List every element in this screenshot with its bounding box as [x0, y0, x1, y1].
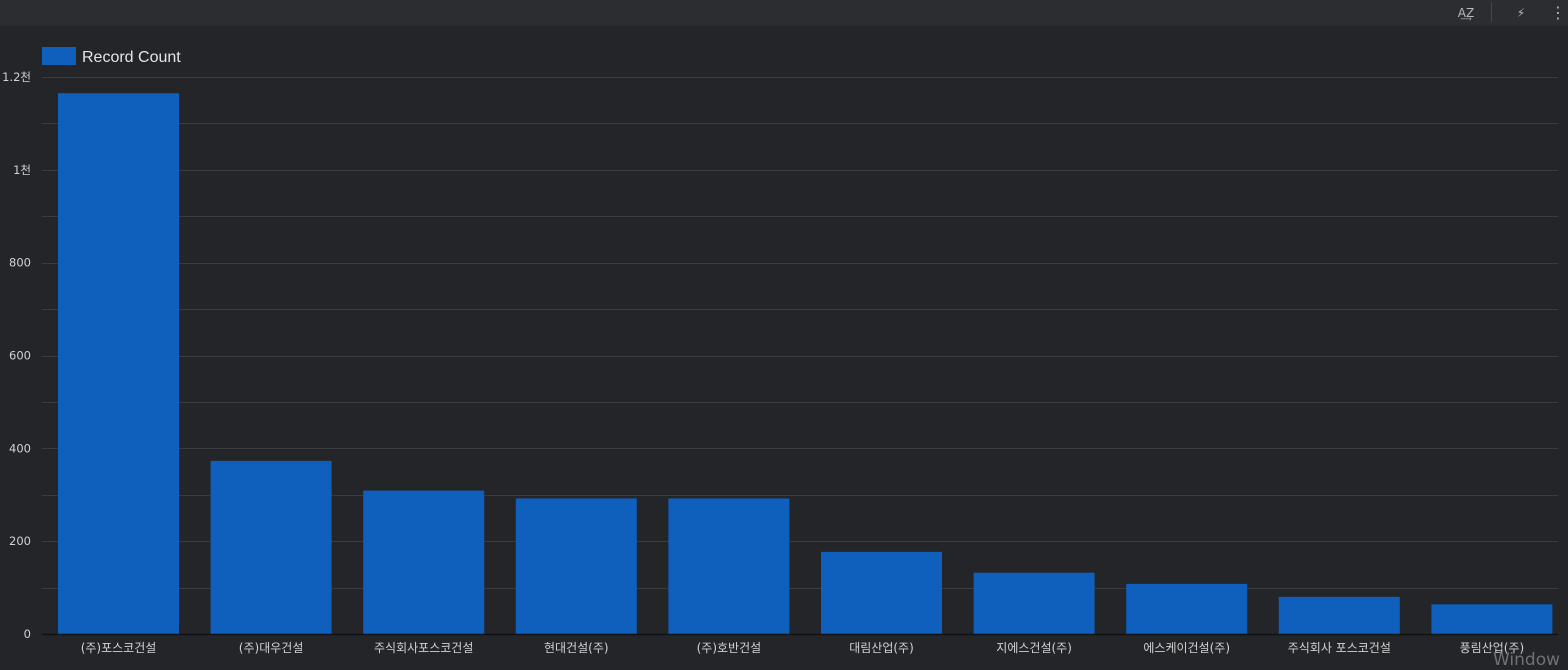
x-tick-label: 주식회사포스코건설: [374, 641, 473, 655]
y-tick-label: 400: [9, 441, 31, 455]
y-tick-label: 1천: [13, 163, 31, 177]
legend-label: Record Count: [82, 49, 181, 66]
y-tick-label: 200: [9, 534, 31, 548]
x-tick-label: 지에스건설(주): [996, 641, 1072, 655]
bar: [363, 490, 485, 634]
x-tick-label: (주)포스코건설: [81, 641, 157, 655]
x-tick-label: 현대건설(주): [544, 641, 609, 655]
x-tick-label: 에스케이건설(주): [1143, 641, 1230, 655]
x-tick-label: (주)호반건설: [697, 641, 762, 655]
windows-activation-watermark: Window: [1493, 650, 1561, 670]
chart-widget: A͢Z ⚡ ⋮ 0 200 400 600 800 1천 1.2천 (주)포스코건설 (주)대우…: [0, 0, 1568, 670]
bar: [1431, 604, 1553, 634]
x-tick-label: (주)대우건설: [239, 641, 304, 655]
bar: [515, 498, 637, 634]
bar: [58, 93, 179, 634]
bar: [210, 460, 332, 634]
bar: [821, 551, 942, 634]
y-tick-label: 600: [9, 349, 31, 363]
legend-swatch: [42, 47, 76, 65]
x-tick-label: 주식회사 포스코건설: [1288, 641, 1391, 655]
y-tick-label: 1.2천: [2, 70, 31, 84]
bar-chart: 0 200 400 600 800 1천 1.2천 (주)포스코건설 (주)대우건설 주식회사포스…: [2, 47, 1558, 655]
bar: [668, 498, 790, 634]
x-tick-label: 대림산업(주): [849, 641, 914, 655]
y-tick-label: 800: [9, 256, 31, 270]
y-tick-label: 0: [24, 627, 31, 641]
bar: [1278, 596, 1400, 634]
bar: [973, 572, 1095, 634]
bar: [1126, 583, 1248, 634]
